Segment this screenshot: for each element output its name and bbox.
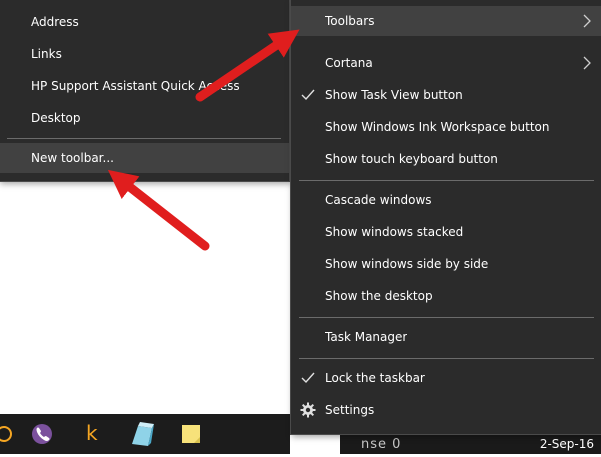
taskbar-viber-button[interactable]: [22, 414, 62, 454]
chevron-right-icon: [583, 56, 591, 70]
sticky-notes-icon: [182, 425, 200, 443]
menu-separator: [299, 317, 594, 318]
book-app-icon: [132, 422, 154, 446]
menu-item-cascade-windows[interactable]: Cascade windows: [291, 185, 601, 215]
menu-item-label: Settings: [325, 403, 375, 417]
menu-item-task-manager[interactable]: Task Manager: [291, 322, 601, 352]
menu-item-label: Address: [31, 15, 79, 29]
menu-item-show-touch-keyboard[interactable]: Show touch keyboard button: [291, 144, 601, 174]
taskbar: k: [0, 414, 290, 454]
tray-text: nse 0: [361, 437, 402, 452]
menu-item-label: Show Task View button: [325, 88, 463, 102]
menu-item-new-toolbar[interactable]: New toolbar...: [0, 143, 289, 173]
menu-item-toolbars[interactable]: Toolbars: [291, 6, 601, 36]
menu-item-label: Task Manager: [325, 330, 408, 344]
gear-icon: [300, 402, 316, 418]
clock-date[interactable]: 2-Sep-16: [540, 435, 594, 454]
menu-item-desktop-toolbar[interactable]: Desktop: [0, 103, 289, 133]
menu-item-hp-support-toolbar[interactable]: HP Support Assistant Quick Access: [0, 71, 289, 101]
menu-item-show-ink-workspace[interactable]: Show Windows Ink Workspace button: [291, 112, 601, 142]
menu-item-label: Lock the taskbar: [325, 371, 425, 385]
menu-item-show-task-view[interactable]: Show Task View button: [291, 80, 601, 110]
checkmark-icon: [301, 89, 315, 101]
menu-item-label: Links: [31, 47, 62, 61]
menu-item-label: Cascade windows: [325, 193, 432, 207]
menu-item-label: Show the desktop: [325, 289, 433, 303]
system-tray: nse 0 2-Sep-16: [340, 435, 601, 454]
menu-item-lock-taskbar[interactable]: Lock the taskbar: [291, 363, 601, 393]
menu-item-label: Cortana: [325, 56, 373, 70]
arrow-to-new-toolbar: [107, 169, 210, 251]
app-partial-icon: [0, 426, 12, 442]
taskbar-app-partial[interactable]: [0, 414, 18, 454]
checkmark-icon: [301, 372, 315, 384]
menu-item-label: Show windows side by side: [325, 257, 489, 271]
menu-item-label: Desktop: [31, 111, 81, 125]
menu-item-label: Show windows stacked: [325, 225, 464, 239]
menu-separator: [299, 180, 594, 181]
taskbar-sticky-notes-button[interactable]: [172, 414, 212, 454]
taskbar-kindle-button[interactable]: k: [72, 414, 112, 454]
menu-item-windows-stacked[interactable]: Show windows stacked: [291, 217, 601, 247]
menu-item-label: Show Windows Ink Workspace button: [325, 120, 550, 134]
menu-item-show-desktop[interactable]: Show the desktop: [291, 281, 601, 311]
taskbar-context-menu: Toolbars Cortana Show Task View button S…: [290, 0, 601, 435]
menu-item-label: Toolbars: [325, 14, 375, 28]
menu-separator: [299, 358, 594, 359]
chevron-right-icon: [583, 14, 591, 28]
menu-item-label: HP Support Assistant Quick Access: [31, 79, 240, 93]
menu-separator: [7, 138, 281, 139]
viber-icon: [32, 424, 52, 444]
toolbars-submenu: Address Links HP Support Assistant Quick…: [0, 0, 290, 182]
menu-item-cortana[interactable]: Cortana: [291, 48, 601, 78]
taskbar-app-book-button[interactable]: [124, 414, 164, 454]
menu-item-settings[interactable]: Settings: [291, 395, 601, 425]
menu-item-windows-side-by-side[interactable]: Show windows side by side: [291, 249, 601, 279]
menu-item-label: Show touch keyboard button: [325, 152, 498, 166]
menu-item-links-toolbar[interactable]: Links: [0, 39, 289, 69]
menu-item-label: New toolbar...: [31, 151, 114, 165]
kindle-k-icon: k: [86, 421, 98, 445]
menu-item-address-toolbar[interactable]: Address: [0, 7, 289, 37]
